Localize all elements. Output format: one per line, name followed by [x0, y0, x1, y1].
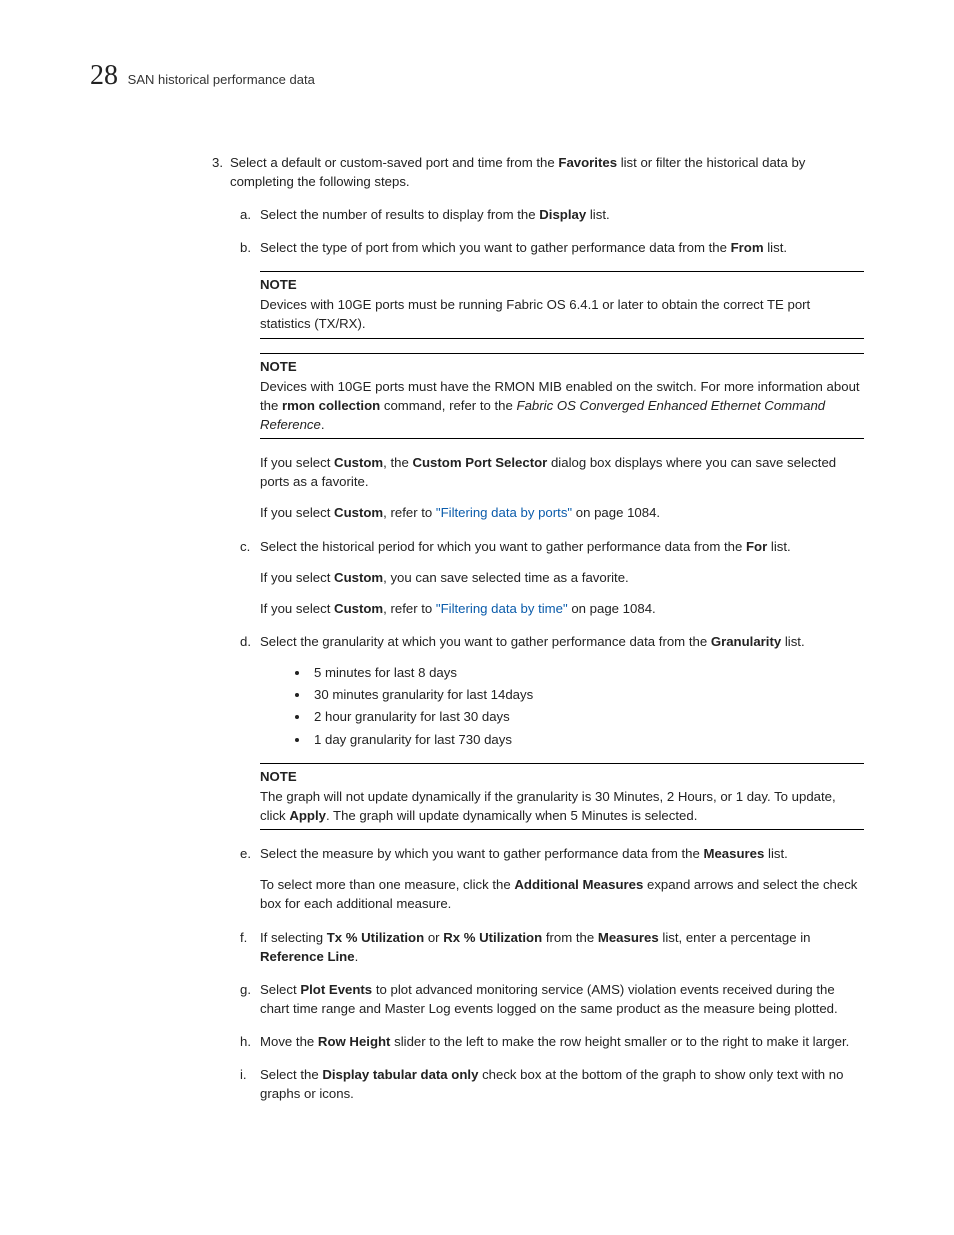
note-block-1: NOTE Devices with 10GE ports must be run… — [260, 271, 864, 338]
step-label: 3. — [212, 153, 236, 172]
paragraph: If you select Custom, the Custom Port Se… — [260, 453, 864, 491]
paragraph: To select more than one measure, click t… — [260, 875, 864, 913]
substep-a: a. Select the number of results to displ… — [260, 205, 864, 224]
note-body: Devices with 10GE ports must be running … — [260, 295, 864, 333]
substep-c: c. Select the historical period for whic… — [260, 537, 864, 556]
step-3: 3. Select a default or custom-saved port… — [230, 153, 864, 1104]
list-item: 30 minutes granularity for last 14days — [310, 685, 864, 704]
paragraph: If you select Custom, you can save selec… — [260, 568, 864, 587]
note-title: NOTE — [260, 275, 864, 294]
section-title: SAN historical performance data — [128, 71, 315, 90]
substep-g: g. Select Plot Events to plot advanced m… — [260, 980, 864, 1018]
note-block-3: NOTE The graph will not update dynamical… — [260, 763, 864, 830]
note-title: NOTE — [260, 767, 864, 786]
substep-e: e. Select the measure by which you want … — [260, 844, 864, 863]
note-block-2: NOTE Devices with 10GE ports must have t… — [260, 353, 864, 440]
substep-i: i. Select the Display tabular data only … — [260, 1065, 864, 1103]
substep-d: d. Select the granularity at which you w… — [260, 632, 864, 749]
note-title: NOTE — [260, 357, 864, 376]
substep-f: f. If selecting Tx % Utilization or Rx %… — [260, 928, 864, 966]
content-body: 3. Select a default or custom-saved port… — [230, 153, 864, 1104]
link-filter-ports[interactable]: "Filtering data by ports" — [436, 505, 572, 520]
note-body: Devices with 10GE ports must have the RM… — [260, 377, 864, 434]
note-body: The graph will not update dynamically if… — [260, 787, 864, 825]
list-item: 5 minutes for last 8 days — [310, 663, 864, 682]
page: 28 SAN historical performance data 3. Se… — [0, 0, 954, 1235]
paragraph: If you select Custom, refer to "Filterin… — [260, 599, 864, 618]
granularity-bullets: 5 minutes for last 8 days 30 minutes gra… — [260, 663, 864, 749]
list-item: 2 hour granularity for last 30 days — [310, 707, 864, 726]
chapter-number: 28 — [90, 56, 118, 97]
paragraph: If you select Custom, refer to "Filterin… — [260, 503, 864, 522]
list-item: 1 day granularity for last 730 days — [310, 730, 864, 749]
page-header: 28 SAN historical performance data — [90, 56, 864, 97]
step-text: Select a default or custom-saved port an… — [230, 153, 864, 191]
link-filter-time[interactable]: "Filtering data by time" — [436, 601, 568, 616]
substep-h: h. Move the Row Height slider to the lef… — [260, 1032, 864, 1051]
substep-b: b. Select the type of port from which yo… — [260, 238, 864, 257]
